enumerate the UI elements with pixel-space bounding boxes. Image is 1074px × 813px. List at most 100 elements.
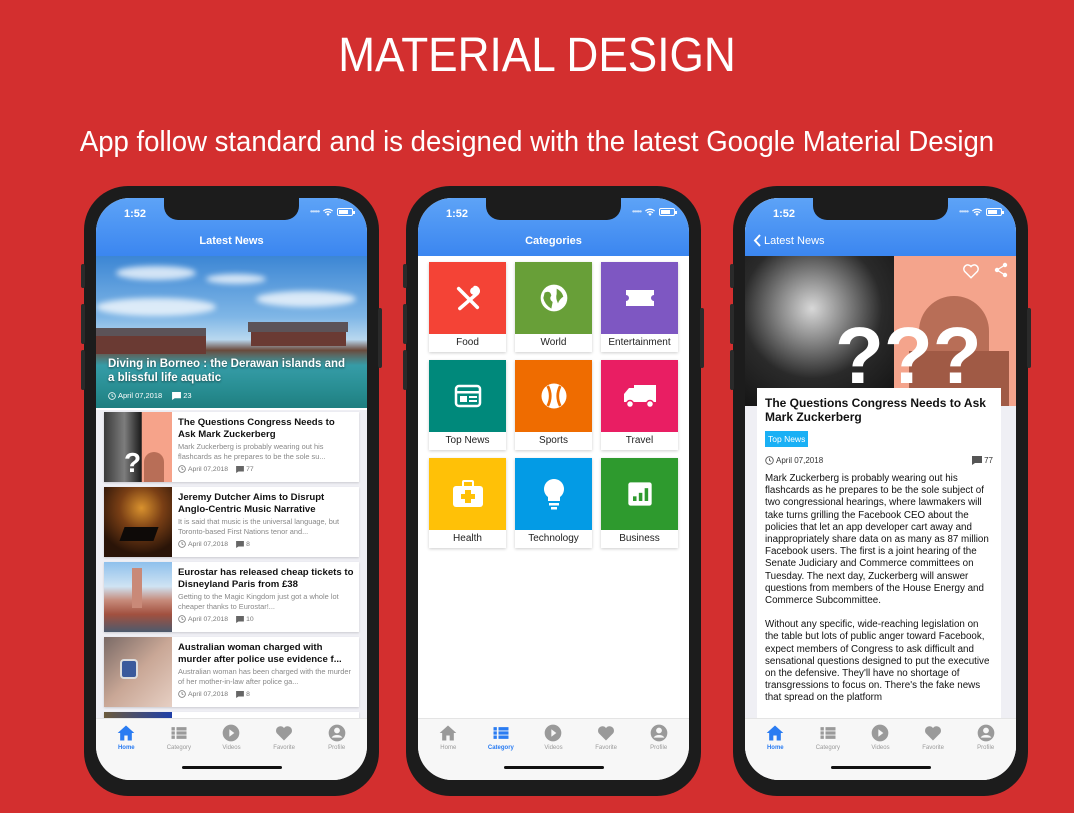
featured-title: Diving in Borneo : the Derawan islands a… — [108, 358, 346, 384]
article-card[interactable]: ? The Questions Congress Needs to Ask Ma… — [104, 412, 359, 482]
tab-category[interactable]: Category — [154, 723, 204, 751]
tab-bar: Home Category Videos Favorite Profile — [745, 718, 1016, 780]
signal-icon: ••••• — [309, 207, 320, 216]
article-content: The Questions Congress Needs to Ask Mark… — [757, 388, 1001, 728]
tab-profile[interactable]: Profile — [634, 723, 684, 751]
capitol-dome — [144, 452, 164, 482]
category-swatch — [601, 360, 678, 432]
play-icon — [872, 724, 889, 742]
article-comments: 8 — [246, 690, 250, 698]
volume-up-button — [81, 304, 85, 344]
notch — [164, 198, 299, 220]
article-date: April 07,2018 — [188, 615, 229, 623]
banner-subtitle: App follow standard and is designed with… — [79, 126, 995, 158]
category-business[interactable]: Business — [601, 458, 678, 548]
article-date: April 07,2018 — [776, 456, 824, 465]
article-comments: 77 — [984, 456, 993, 465]
category-label: Technology — [528, 533, 579, 544]
category-travel[interactable]: Travel — [601, 360, 678, 450]
category-tag[interactable]: Top News — [765, 431, 809, 447]
article-title: Jeremy Dutcher Aims to Disrupt Anglo-Cen… — [178, 492, 325, 515]
home-icon — [439, 725, 457, 741]
phone-latest-news: 1:52 ••••• Latest News Diving in Borneo … — [81, 186, 382, 796]
category-world[interactable]: World — [515, 262, 592, 352]
volume-down-button — [730, 350, 734, 390]
article-thumbnail — [104, 487, 172, 557]
category-label: Business — [619, 533, 660, 544]
ticket-icon — [625, 290, 654, 306]
article-scroll-view[interactable]: ??? The Questions Congress Needs to Ask … — [745, 198, 1016, 780]
ball-icon — [541, 383, 566, 409]
tab-label: Favorite — [595, 745, 617, 751]
category-health[interactable]: Health — [429, 458, 506, 548]
article-meta: April 07,2018 8 — [178, 540, 354, 548]
play-icon — [223, 724, 240, 742]
list-icon — [493, 727, 509, 739]
article-card[interactable]: Eurostar has released cheap tickets to D… — [104, 562, 359, 632]
category-food[interactable]: Food — [429, 262, 506, 352]
tab-label: Home — [440, 745, 457, 751]
tab-home[interactable]: Home — [101, 723, 151, 751]
tab-favorite[interactable]: Favorite — [581, 723, 631, 751]
article-card[interactable]: Jeremy Dutcher Aims to Disrupt Anglo-Cen… — [104, 487, 359, 557]
tab-label: Category — [815, 745, 841, 751]
newspaper-icon — [454, 384, 481, 408]
category-technology[interactable]: Technology — [515, 458, 592, 548]
tab-videos[interactable]: Videos — [528, 723, 578, 751]
favorite-heart-icon[interactable] — [962, 262, 980, 280]
tab-label: Profile — [650, 745, 668, 751]
mute-switch — [730, 264, 734, 288]
tab-label: Profile — [328, 745, 346, 751]
tab-bar: Home Category Videos Favorite Profile — [418, 718, 689, 780]
tab-videos[interactable]: Videos — [855, 723, 905, 751]
home-indicator[interactable] — [182, 766, 282, 769]
globe-icon — [540, 284, 567, 312]
status-icons: ••••• — [959, 207, 1004, 216]
comments-link[interactable]: 77 — [972, 456, 993, 465]
power-button — [1027, 308, 1031, 368]
article-comments: 10 — [246, 615, 254, 623]
category-label: Top News — [445, 435, 490, 446]
article-excerpt: Mark Zuckerberg is probably wearing out … — [178, 442, 326, 461]
tab-favorite[interactable]: Favorite — [259, 723, 309, 751]
article-title: The Questions Congress Needs to Ask Mark… — [178, 417, 335, 440]
page-title: Categories — [525, 235, 582, 247]
clock-icon — [178, 690, 186, 698]
tab-favorite[interactable]: Favorite — [908, 723, 958, 751]
food-icon — [456, 285, 480, 311]
article-excerpt: Australian woman has been charged with t… — [178, 667, 351, 686]
tab-home[interactable]: Home — [423, 723, 473, 751]
share-icon[interactable] — [994, 262, 1008, 278]
tab-category[interactable]: Category — [803, 723, 853, 751]
category-sports[interactable]: Sports — [515, 360, 592, 450]
article-paragraph: Mark Zuckerberg is probably wearing out … — [765, 473, 989, 607]
tab-label: Category — [487, 745, 514, 751]
clock-icon — [178, 465, 186, 473]
category-swatch — [601, 262, 678, 334]
featured-meta: April 07,2018 23 — [108, 391, 192, 400]
category-top-news[interactable]: Top News — [429, 360, 506, 450]
tab-profile[interactable]: Profile — [961, 723, 1011, 751]
home-indicator[interactable] — [831, 766, 931, 769]
wifi-icon — [645, 208, 655, 216]
volume-down-button — [81, 350, 85, 390]
comment-icon — [236, 615, 244, 623]
home-indicator[interactable] — [504, 766, 604, 769]
article-card[interactable]: Australian woman charged with murder aft… — [104, 637, 359, 707]
tab-bar: Home Category Videos Favorite Profile — [96, 718, 367, 780]
tab-videos[interactable]: Videos — [206, 723, 256, 751]
tab-profile[interactable]: Profile — [312, 723, 362, 751]
clock-icon — [108, 391, 116, 400]
article-thumbnail: ? — [104, 412, 172, 482]
home-icon — [117, 725, 135, 741]
clock-icon — [765, 456, 774, 465]
tab-home[interactable]: Home — [750, 723, 800, 751]
featured-article[interactable]: Diving in Borneo : the Derawan islands a… — [96, 256, 367, 408]
category-entertainment[interactable]: Entertainment — [601, 262, 678, 352]
volume-up-button — [403, 304, 407, 344]
category-swatch — [429, 262, 506, 334]
play-icon — [545, 724, 562, 742]
article-list[interactable]: ? The Questions Congress Needs to Ask Ma… — [96, 410, 367, 730]
back-button[interactable]: Latest News — [753, 234, 825, 247]
tab-category[interactable]: Category — [476, 723, 526, 751]
